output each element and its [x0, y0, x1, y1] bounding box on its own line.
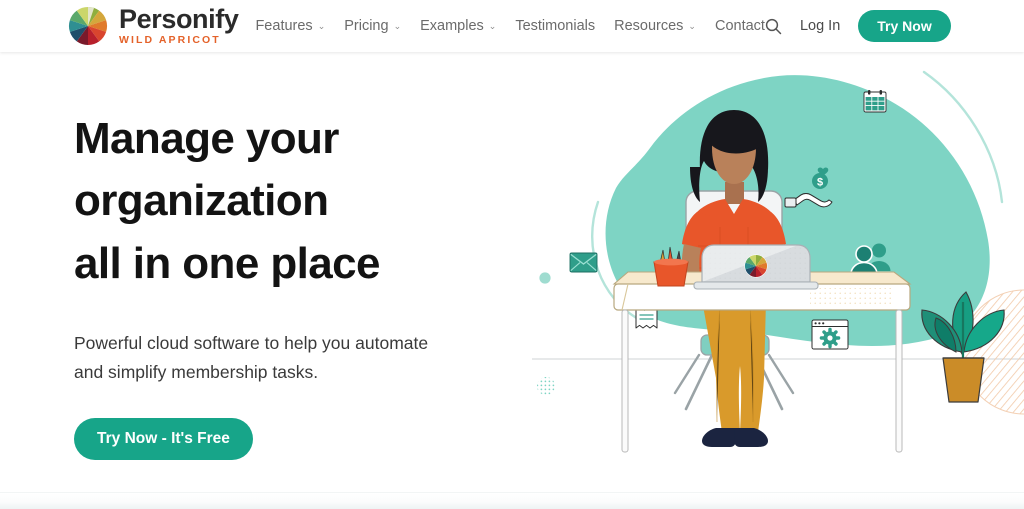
nav-label: Testimonials: [515, 18, 596, 34]
next-section-divider: [0, 492, 1024, 509]
brand-tagline: WILD APRICOT: [119, 34, 221, 47]
nav-label: Features: [255, 18, 313, 34]
login-link[interactable]: Log In: [800, 18, 840, 34]
chevron-down-icon: ⌄: [393, 20, 402, 31]
nav-label: Contact: [714, 18, 765, 34]
teal-dot: [539, 272, 551, 284]
laptop: [693, 244, 819, 290]
search-glyph: [765, 18, 782, 34]
nav-item-resources[interactable]: Resources ⌄: [614, 18, 696, 34]
illustration-svg: $ $: [532, 70, 1024, 453]
search-icon[interactable]: [765, 18, 782, 35]
nav-label: Resources: [614, 18, 684, 34]
envelope-icon: [569, 252, 598, 273]
calendar-icon: [863, 90, 887, 113]
brand-logo[interactable]: Personify WILD APRICOT: [68, 4, 239, 47]
color-wheel-logo-icon: [68, 6, 108, 46]
subhead-line-1: Powerful cloud software to help you auto…: [74, 333, 429, 354]
nav-item-contact[interactable]: Contact: [715, 18, 765, 34]
chevron-down-icon: ⌄: [317, 20, 326, 31]
nav-item-testimonials[interactable]: Testimonials: [515, 18, 595, 34]
brand-name: Personify: [119, 4, 239, 35]
subhead-line-2: and simplify membership tasks.: [74, 361, 319, 382]
try-now-free-cta-button[interactable]: Try Now - It's Free: [74, 418, 253, 461]
header-actions: Log In Try Now: [765, 10, 951, 42]
settings-window-icon: [811, 319, 849, 350]
headline-line-1: Manage your organization: [74, 114, 339, 226]
page-title: Manage your organization all in one plac…: [74, 108, 574, 295]
halftone-dot: [537, 377, 555, 395]
try-now-button[interactable]: Try Now: [858, 10, 951, 42]
laptop-logo-icon: [744, 254, 768, 278]
chevron-down-icon: ⌄: [688, 20, 696, 31]
svg-text:$: $: [817, 176, 823, 188]
nav-label: Examples: [420, 18, 484, 34]
chevron-down-icon: ⌄: [488, 20, 497, 31]
brand-text: Personify WILD APRICOT: [119, 4, 239, 47]
nav-item-features[interactable]: Features ⌄: [255, 18, 325, 34]
site-header: Personify WILD APRICOT Features ⌄ Pricin…: [0, 0, 1024, 52]
hero-section: Manage your organization all in one plac…: [0, 52, 1024, 492]
color-wheel-svg: [68, 6, 108, 46]
headline-line-2: all in one place: [74, 238, 380, 288]
hero-copy: Manage your organization all in one plac…: [74, 108, 574, 461]
nav-item-examples[interactable]: Examples ⌄: [420, 18, 496, 34]
landing-page: Personify WILD APRICOT Features ⌄ Pricin…: [0, 0, 1024, 509]
hero-subheading: Powerful cloud software to help you auto…: [74, 329, 574, 386]
nav-item-pricing[interactable]: Pricing ⌄: [344, 18, 401, 34]
nav-label: Pricing: [344, 18, 389, 34]
hero-illustration: $ $: [524, 52, 1024, 492]
main-navigation: Features ⌄ Pricing ⌄ Examples ⌄ Testimon…: [255, 18, 765, 34]
